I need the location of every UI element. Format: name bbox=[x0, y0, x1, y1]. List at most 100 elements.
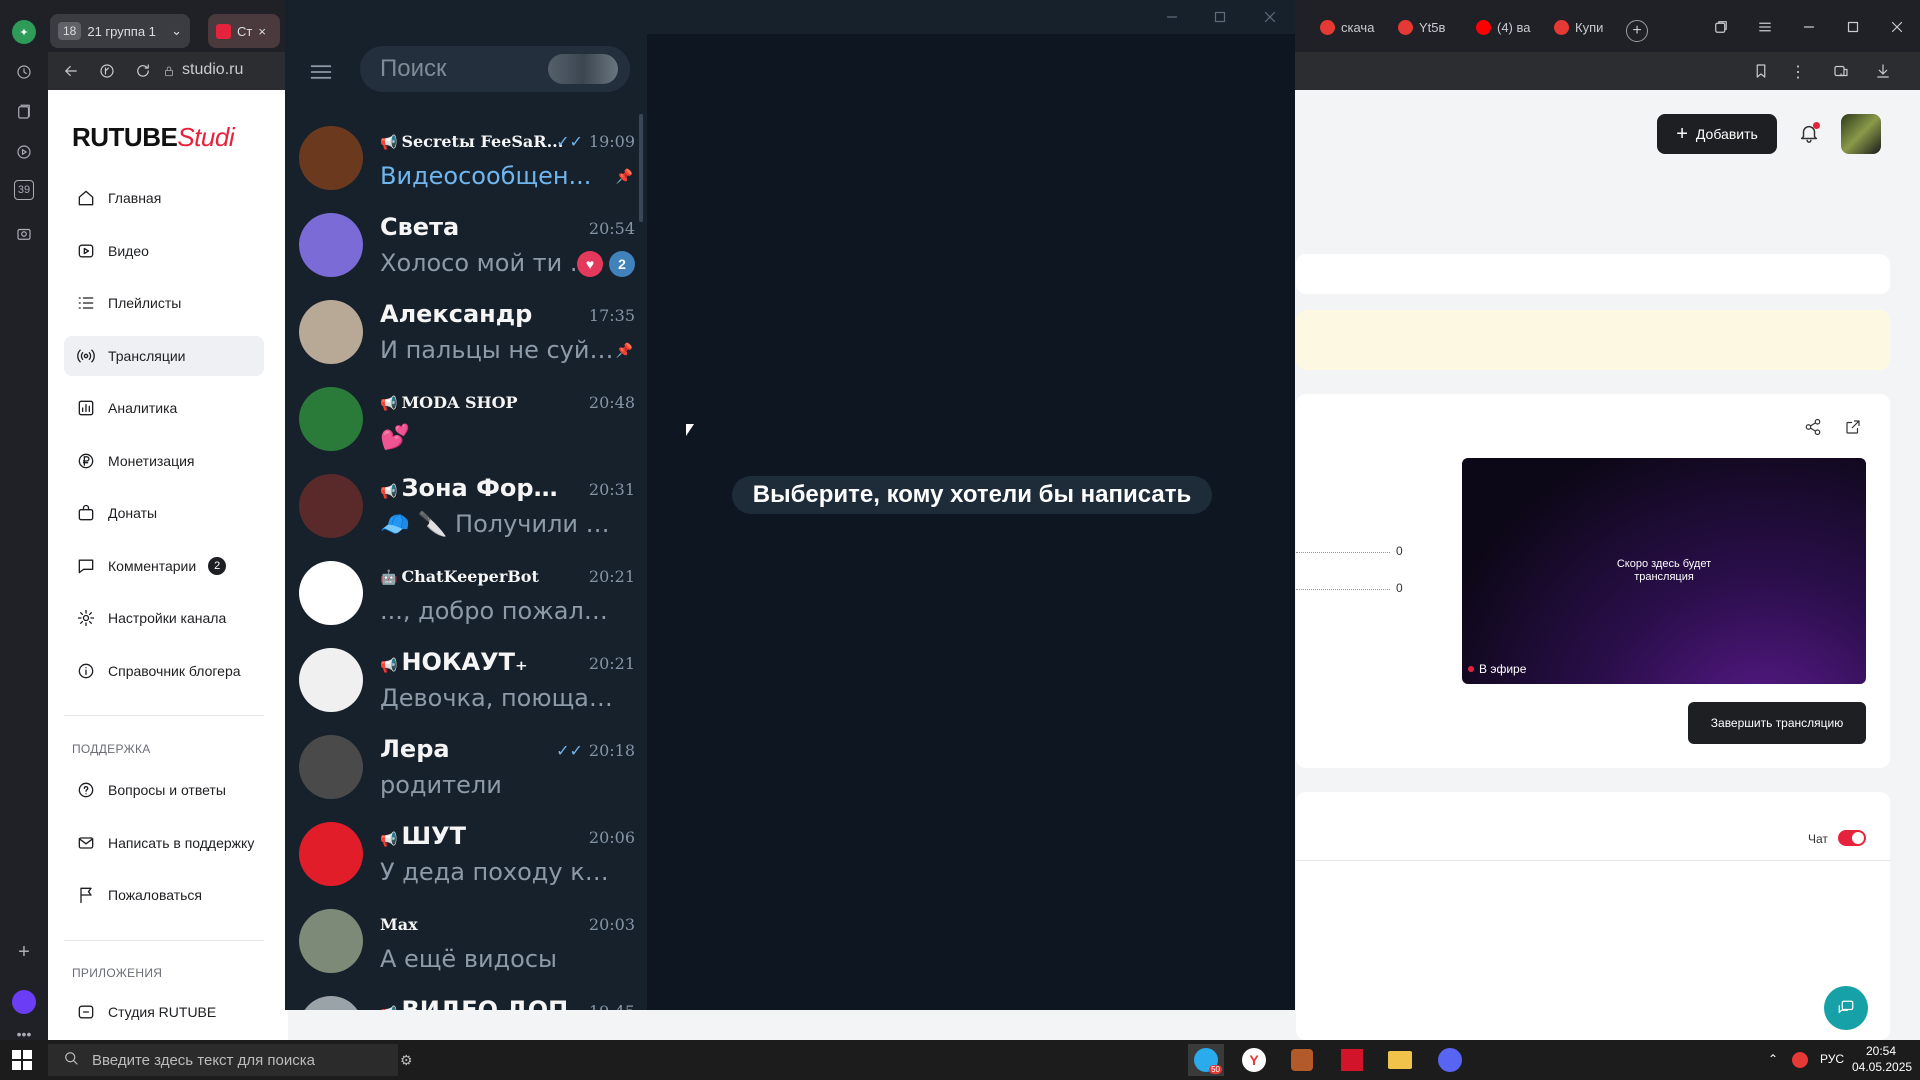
chat-avatar[interactable] bbox=[299, 735, 363, 799]
tab-item[interactable]: (4) ва bbox=[1476, 20, 1531, 35]
chat-list-item[interactable]: 📢 НОКАУТ₊ 20:21 Девочка, поющая ... bbox=[285, 636, 647, 723]
sidebar-item-chart[interactable]: Аналитика bbox=[64, 388, 264, 428]
new-tab-button[interactable]: + bbox=[1626, 20, 1648, 42]
chat-list-item[interactable]: 📢Зона Форт...✓ 20:31 🧢 🔪 Получили зонт... bbox=[285, 462, 647, 549]
play-icon[interactable] bbox=[12, 140, 36, 164]
avatar[interactable] bbox=[1841, 114, 1881, 154]
tg-minimize-icon[interactable] bbox=[1163, 8, 1181, 31]
sidebar-item-bag[interactable]: Донаты bbox=[64, 493, 264, 533]
chat-list-item[interactable]: 🤖ChatKeeperBot 20:21 ..., добро пожаловать… bbox=[285, 549, 647, 636]
language-indicator[interactable]: РУС bbox=[1820, 1052, 1844, 1066]
hamburger-menu-icon[interactable] bbox=[307, 58, 335, 91]
chat-avatar[interactable] bbox=[299, 909, 363, 973]
chat-list-item[interactable]: 📢 ВИДЕО ДОП 19:45 bbox=[285, 984, 647, 1010]
tab-group[interactable]: 18 21 группа 1 ⌄ bbox=[50, 14, 190, 48]
extensions-icon[interactable] bbox=[1832, 62, 1850, 85]
collections-icon[interactable] bbox=[12, 100, 36, 124]
settings-gear-icon[interactable]: ⚙ bbox=[400, 1052, 413, 1069]
sidebar-badge[interactable]: 39 bbox=[14, 180, 34, 200]
history-icon[interactable] bbox=[12, 60, 36, 84]
sidebar-item-label: Пожаловаться bbox=[108, 887, 203, 903]
back-icon[interactable] bbox=[62, 62, 80, 85]
sidebar-item-info[interactable]: Справочник блогера bbox=[64, 651, 264, 691]
tab-label: Купи bbox=[1575, 20, 1604, 35]
close-window-icon[interactable] bbox=[1888, 18, 1906, 41]
rutube-logo[interactable]: RUTUBEStudi bbox=[72, 122, 235, 153]
sidebar-item-question[interactable]: Вопросы и ответы bbox=[64, 770, 264, 810]
tab-item[interactable]: Купи bbox=[1554, 20, 1603, 35]
stories-avatars[interactable] bbox=[548, 54, 618, 84]
address-text[interactable]: studio.ru bbox=[182, 61, 243, 79]
close-icon[interactable]: × bbox=[258, 24, 266, 39]
windows-start-icon[interactable] bbox=[12, 1050, 32, 1070]
sidebar-item-flag[interactable]: Пожаловаться bbox=[64, 875, 264, 915]
tray-chevron-up-icon[interactable]: ⌃ bbox=[1768, 1052, 1778, 1066]
browser-logo-icon[interactable]: ✦ bbox=[12, 20, 36, 44]
chat-avatar[interactable] bbox=[299, 474, 363, 538]
sidebar-item-mail[interactable]: Написать в поддержку bbox=[64, 823, 264, 863]
bookmark-icon[interactable] bbox=[1752, 62, 1770, 85]
sidebar-item-label: Справочник блогера bbox=[108, 662, 241, 679]
amd-taskbar-icon[interactable] bbox=[1334, 1044, 1370, 1076]
tg-maximize-icon[interactable] bbox=[1211, 8, 1229, 31]
tab-item[interactable]: Yt5в bbox=[1398, 20, 1445, 35]
sidebar-item-gear[interactable]: Настройки канала bbox=[64, 598, 264, 638]
chat-preview: У деда походу кар... bbox=[380, 858, 620, 886]
tabs-icon[interactable] bbox=[1712, 18, 1730, 41]
download-icon[interactable] bbox=[1874, 62, 1892, 85]
sidebar-item-ruble[interactable]: Монетизация bbox=[64, 441, 264, 481]
clock-time[interactable]: 20:54 bbox=[1866, 1044, 1896, 1058]
file-explorer-taskbar-icon[interactable] bbox=[1382, 1044, 1418, 1076]
add-icon[interactable]: + bbox=[12, 940, 36, 964]
external-link-icon[interactable] bbox=[1844, 418, 1862, 441]
sidebar-item-studio[interactable]: Студия RUTUBE bbox=[64, 992, 264, 1032]
chat-avatar[interactable] bbox=[299, 996, 363, 1010]
more-vert-icon[interactable]: ⋮ bbox=[1790, 62, 1806, 82]
chat-list-item[interactable]: Александр 17:35 И пальцы не суй к... 📌 bbox=[285, 288, 647, 375]
yandex-icon[interactable] bbox=[98, 62, 116, 85]
chat-toggle[interactable] bbox=[1838, 830, 1866, 846]
menu-icon[interactable] bbox=[1756, 18, 1774, 41]
chat-avatar[interactable] bbox=[299, 126, 363, 190]
chat-list-item[interactable]: Лера ✓✓ 20:18 родители bbox=[285, 723, 647, 810]
telegram-search-input[interactable]: Поиск bbox=[360, 46, 630, 92]
chat-list-item[interactable]: 📢 MODA SHOP 20:48 💕 bbox=[285, 375, 647, 462]
telegram-taskbar-icon[interactable]: 50 bbox=[1188, 1044, 1224, 1076]
sidebar-item-home[interactable]: Главная bbox=[64, 178, 264, 218]
chat-list-item[interactable]: 📢 ШУТ 20:06 У деда походу кар... bbox=[285, 810, 647, 897]
chat-avatar[interactable] bbox=[299, 648, 363, 712]
yandex-browser-taskbar-icon[interactable]: Y bbox=[1236, 1044, 1272, 1076]
chat-list-item[interactable]: Max 20:03 А ещё видосы bbox=[285, 897, 647, 984]
tg-close-icon[interactable] bbox=[1261, 8, 1279, 31]
minimize-icon[interactable] bbox=[1800, 18, 1818, 41]
chat-list-item[interactable]: 📢 Secretы FeeSaR... ✓✓ 19:09 Видеосообщен...… bbox=[285, 114, 647, 201]
tab-studio[interactable]: Ст × bbox=[208, 14, 280, 48]
maximize-icon[interactable] bbox=[1844, 18, 1862, 41]
stream-preview[interactable]: Скоро здесь будет трансляция В эфире bbox=[1462, 458, 1866, 684]
tray-app-icon[interactable] bbox=[1792, 1052, 1808, 1068]
sidebar-item-video[interactable]: Видео bbox=[64, 231, 264, 271]
chat-list-item[interactable]: Света 20:54 Холосо мой ти ... 2 ♥ bbox=[285, 201, 647, 288]
taskbar-search-input[interactable]: Введите здесь текст для поиска bbox=[48, 1044, 398, 1076]
chat-avatar[interactable] bbox=[299, 387, 363, 451]
alice-icon[interactable] bbox=[12, 990, 36, 1014]
tab-item[interactable]: скача bbox=[1320, 20, 1374, 35]
game-taskbar-icon[interactable] bbox=[1284, 1044, 1320, 1076]
question-icon bbox=[78, 782, 94, 798]
chat-avatar[interactable] bbox=[299, 213, 363, 277]
bell-icon[interactable] bbox=[1798, 122, 1820, 149]
chat-avatar[interactable] bbox=[299, 822, 363, 886]
sidebar-item-broadcast[interactable]: Трансляции bbox=[64, 335, 264, 376]
support-chat-button[interactable] bbox=[1824, 986, 1868, 1030]
discord-taskbar-icon[interactable] bbox=[1432, 1044, 1468, 1076]
add-button[interactable]: + Добавить bbox=[1657, 114, 1777, 154]
sidebar-item-comment[interactable]: Комментарии 2 bbox=[64, 546, 264, 586]
clock-date[interactable]: 04.05.2025 bbox=[1852, 1060, 1912, 1074]
reload-icon[interactable] bbox=[134, 62, 152, 85]
chat-avatar[interactable] bbox=[299, 561, 363, 625]
share-icon[interactable] bbox=[1804, 418, 1822, 441]
end-stream-button[interactable]: Завершить трансляцию bbox=[1688, 702, 1866, 744]
chat-avatar[interactable] bbox=[299, 300, 363, 364]
sidebar-item-list[interactable]: Плейлисты bbox=[64, 283, 264, 323]
media-icon[interactable] bbox=[12, 222, 36, 246]
